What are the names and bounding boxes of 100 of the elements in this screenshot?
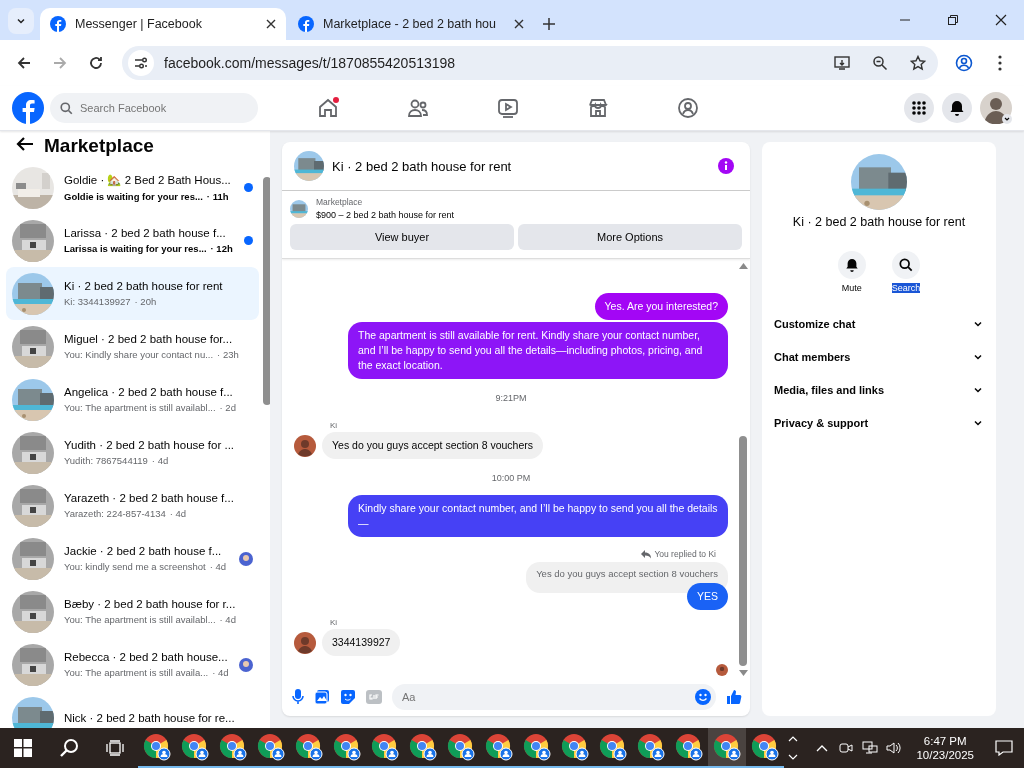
- account-avatar-icon[interactable]: [980, 92, 1012, 124]
- chat-title: Ki · 2 bed 2 bath house for rent: [332, 158, 512, 174]
- conversation-title: Jackie · 2 bed 2 bath house f...: [64, 545, 223, 557]
- message-preview: Yudith: 7867544119: [64, 455, 148, 466]
- scroll-up-icon[interactable]: [738, 263, 748, 269]
- conversation-item[interactable]: Ki · 2 bed 2 bath house for rent Ki: 3344139927 · 20h: [6, 267, 259, 320]
- search-field[interactable]: Search Facebook: [50, 93, 258, 123]
- close-tab-icon[interactable]: [514, 19, 524, 29]
- message-preview: Larissa is waiting for your res...: [64, 243, 207, 254]
- conversation-title: Yudith · 2 bed 2 bath house for ...: [64, 439, 236, 451]
- message-input-field[interactable]: Aa: [392, 684, 716, 710]
- message-preview: Yarazeth: 224-857-4134: [64, 508, 166, 519]
- conversation-title: Bæby · 2 bed 2 bath house for r...: [64, 598, 237, 610]
- section-header[interactable]: Privacy & support: [762, 406, 996, 439]
- scroll-arrows-icon[interactable]: [788, 734, 798, 762]
- sidebar-title: Marketplace: [44, 135, 154, 157]
- person-avatar-icon: [294, 434, 316, 457]
- site-settings-icon[interactable]: [128, 50, 154, 76]
- emoji-icon[interactable]: [695, 689, 711, 705]
- photo-icon[interactable]: [314, 689, 330, 705]
- bell-icon[interactable]: [837, 251, 866, 279]
- message-time: · 12h: [210, 243, 233, 254]
- sender-name: Ki: [329, 421, 339, 430]
- facebook-logo-icon: [298, 16, 314, 32]
- conversation-title: Nick · 2 bed 2 bath house for re...: [64, 711, 236, 724]
- chrome-icon[interactable]: [708, 728, 746, 768]
- listing-button[interactable]: View buyer: [290, 224, 514, 250]
- search-icon[interactable]: [892, 251, 920, 279]
- info-icon[interactable]: [718, 158, 734, 174]
- conversation-title: Rebecca · 2 bed 2 bath house...: [64, 651, 229, 663]
- sender-name: Ki: [329, 618, 339, 627]
- person-avatar-icon: [294, 631, 316, 654]
- message-time: · 4d: [169, 508, 187, 519]
- conversation-title: Yarazeth · 2 bed 2 bath house f...: [64, 492, 235, 504]
- received-message: Yes do you guys accept section 8 vouchers: [322, 432, 543, 459]
- conversation-title: Miguel · 2 bed 2 bath house for...: [64, 333, 234, 345]
- url-text: facebook.com/messages/t/1870855420513198: [164, 55, 456, 71]
- conversation-item[interactable]: Bæby · 2 bed 2 bath house for r... You: The apartment is still availabl... · 4d: [6, 585, 259, 638]
- section-header[interactable]: Media, files and links: [762, 373, 996, 406]
- message-preview: Goldie is waiting for your res...: [64, 191, 203, 202]
- section-label: Privacy & support: [774, 416, 869, 429]
- conversation-title: Angelica · 2 bed 2 bath house f...: [64, 386, 234, 398]
- facebook-logo-icon: [50, 16, 66, 32]
- message-time: · 4d: [212, 667, 229, 678]
- message-time: · 11h: [206, 191, 229, 202]
- sent-message: YES: [687, 583, 728, 610]
- message-preview: You: kindly send me a screenshot: [64, 561, 206, 572]
- message-time: · 20h: [134, 296, 157, 307]
- timestamp: 10:00 PM: [491, 473, 531, 483]
- section-label: Chat members: [774, 350, 851, 363]
- message-time: · 4d: [151, 455, 169, 466]
- reply-note: You replied to Ki: [654, 549, 716, 559]
- message-time: · 23h: [217, 349, 239, 360]
- new-tab-icon[interactable]: [542, 17, 556, 31]
- quoted-message: Yes do you guys accept section 8 vouchers: [526, 562, 728, 593]
- address-bar[interactable]: facebook.com/messages/t/1870855420513198: [122, 46, 938, 80]
- section-header[interactable]: Chat members: [762, 340, 996, 373]
- conversation-item[interactable]: Goldie · 🏡 2 Bed 2 Bath Hous... Goldie is waiting for your res... · 11h: [6, 161, 259, 214]
- message-preview: You: The apartment is still availa...: [64, 667, 209, 678]
- section-header[interactable]: Customize chat: [762, 307, 996, 340]
- facebook-logo-icon[interactable]: [12, 92, 44, 124]
- message-preview: You: The apartment is still availabl...: [64, 614, 216, 625]
- conversation-item[interactable]: Yarazeth · 2 bed 2 bath house f... Yarazeth: 224-857-4134 · 4d: [6, 479, 259, 532]
- conversation-title: Goldie · 🏡 2 Bed 2 Bath Hous...: [64, 173, 232, 187]
- action-label[interactable]: Mute: [841, 283, 862, 293]
- sent-message: Yes. Are you interested?: [594, 293, 728, 320]
- close-tab-icon[interactable]: [266, 19, 276, 29]
- clock-time[interactable]: 6:47 PM: [923, 735, 967, 747]
- listing-title[interactable]: $900 – 2 bed 2 bath house for rent: [316, 210, 455, 220]
- message-time: · 4d: [209, 561, 227, 572]
- conversation-item[interactable]: Angelica · 2 bed 2 bath house f... You: The apartment is still availabl... · 2d: [6, 373, 259, 426]
- message-preview: You: Kindly share your contact nu...: [64, 349, 214, 360]
- action-label[interactable]: Search: [891, 283, 921, 293]
- tab-title: Marketplace - 2 bed 2 bath hou: [323, 17, 498, 31]
- timestamp: 9:21PM: [495, 393, 527, 403]
- message-preview: You: The apartment is still availabl...: [64, 402, 216, 413]
- conversation-item[interactable]: Miguel · 2 bed 2 bath house for... You: Kindly share your contact nu... · 23h: [6, 320, 259, 373]
- scroll-down-icon[interactable]: [738, 670, 748, 676]
- conversation-item[interactable]: Rebecca · 2 bed 2 bath house... You: The apartment is still availa... · 4d: [6, 638, 259, 691]
- tab-title: Messenger | Facebook: [75, 17, 203, 31]
- browser-tab[interactable]: Messenger | Facebook: [40, 8, 286, 40]
- thumbs-up-icon[interactable]: [726, 689, 742, 705]
- sent-message: Kindly share your contact number, and I’ll be happy to send you all the details—: [348, 495, 728, 537]
- conversation-title: Ki · 2 bed 2 bath house for rent: [64, 280, 224, 292]
- contact-title: Ki · 2 bed 2 bath house for rent: [792, 215, 966, 229]
- message-preview: Ki: 3344139927: [64, 296, 131, 307]
- received-message: 3344139927: [322, 629, 401, 656]
- conversation-item[interactable]: Larissa · 2 bed 2 bath house f... Larissa is waiting for your res... · 12h: [6, 214, 259, 267]
- notifications-bell-icon[interactable]: [942, 93, 972, 123]
- reply-icon: [641, 549, 652, 559]
- microphone-icon[interactable]: [292, 689, 304, 705]
- conversation-item[interactable]: Yudith · 2 bed 2 bath house for ... Yudith: 7867544119 · 4d: [6, 426, 259, 479]
- conversation-title: Larissa · 2 bed 2 bath house f...: [64, 227, 227, 239]
- browser-tab[interactable]: Marketplace - 2 bed 2 bath hou: [288, 8, 534, 40]
- listing-button[interactable]: More Options: [518, 224, 742, 250]
- conversation-item[interactable]: Jackie · 2 bed 2 bath house f... You: kindly send me a screenshot · 4d: [6, 532, 259, 585]
- sticker-icon[interactable]: [340, 689, 356, 705]
- apps-menu-icon[interactable]: [904, 93, 934, 123]
- clock-date[interactable]: 10/23/2025: [916, 749, 974, 761]
- sent-message: The apartment is still available for rent. Kindly share your contact number, and I’ll be happy to send you all the details—including photos, pricing, and the exact location.: [348, 322, 728, 379]
